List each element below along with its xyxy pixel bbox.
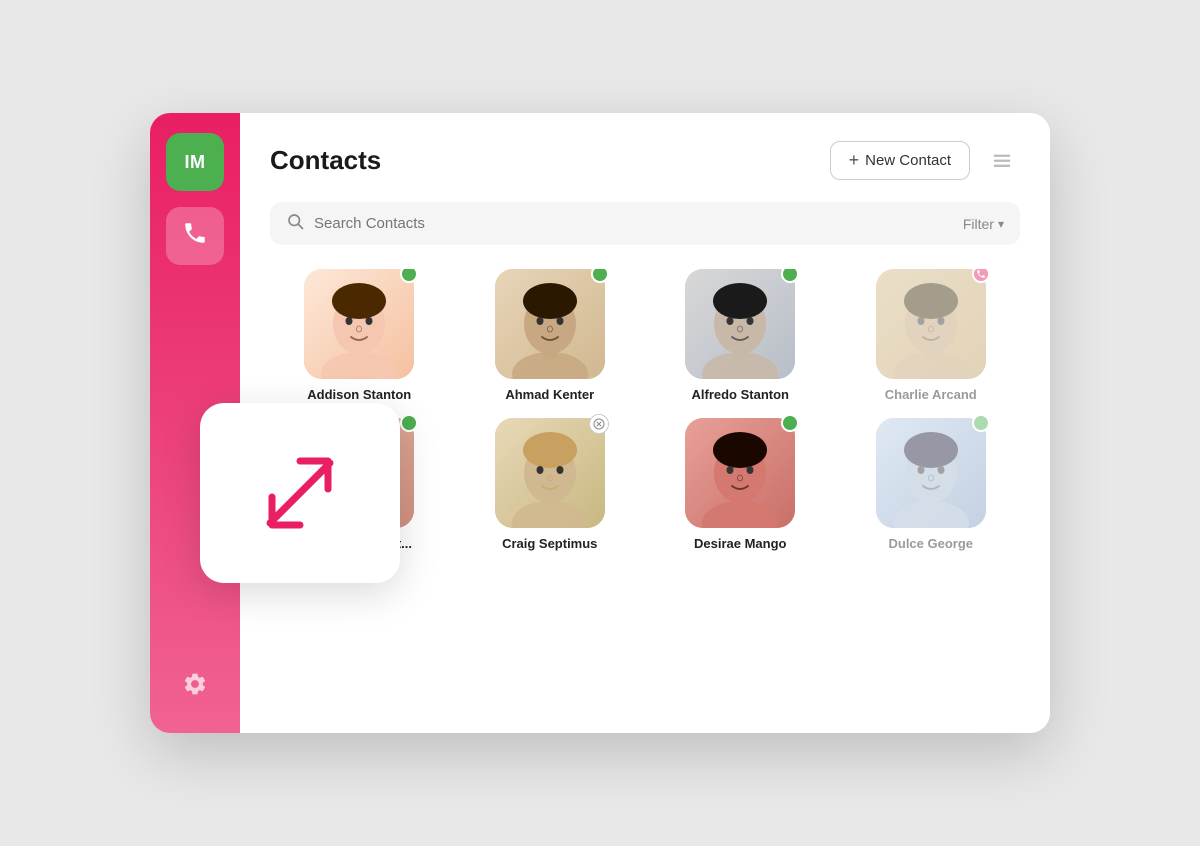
contact-name-charlie: Charlie Arcand <box>885 387 977 402</box>
contact-card-desirae[interactable]: Desirae Mango <box>651 418 830 551</box>
contact-card-charlie[interactable]: Charlie Arcand <box>842 269 1021 402</box>
avatar-wrap-craig <box>495 418 605 528</box>
filter-button[interactable]: Filter ▾ <box>963 216 1004 232</box>
app-window: IM <box>150 113 1050 733</box>
contact-card-ahmad[interactable]: Ahmad Kenter <box>461 269 640 402</box>
avatar-madison <box>304 269 414 379</box>
phone-icon <box>182 220 208 252</box>
contact-name-madison: Addison Stanton <box>307 387 411 402</box>
avatar-wrap-dulce <box>876 418 986 528</box>
sidebar-phone-button[interactable] <box>166 207 224 265</box>
chevron-down-icon: ▾ <box>998 217 1004 231</box>
list-view-button[interactable] <box>984 143 1020 179</box>
avatar-craig <box>495 418 605 528</box>
avatar-wrap-charlie <box>876 269 986 379</box>
status-dot-cheyenne <box>400 414 418 432</box>
status-dot-craig <box>589 414 609 434</box>
status-dot-madison <box>400 269 418 283</box>
contact-card-dulce[interactable]: Dulce George <box>842 418 1021 551</box>
expand-arrows <box>240 433 360 553</box>
search-bar: Filter ▾ <box>270 202 1020 245</box>
plus-icon: + <box>849 150 860 171</box>
contact-name-alfredo: Alfredo Stanton <box>692 387 790 402</box>
header: Contacts + New Contact <box>270 141 1020 180</box>
status-dot-ahmad <box>591 269 609 283</box>
filter-label: Filter <box>963 216 994 232</box>
status-dot-alfredo <box>781 269 799 283</box>
new-contact-label: New Contact <box>865 152 951 169</box>
avatar-wrap-desirae <box>685 418 795 528</box>
im-label: IM <box>185 152 206 173</box>
status-dot-dulce <box>972 414 990 432</box>
search-icon <box>286 212 304 235</box>
avatar-desirae <box>685 418 795 528</box>
search-input[interactable] <box>314 215 953 232</box>
contact-name-desirae: Desirae Mango <box>694 536 786 551</box>
status-dot-desirae <box>781 414 799 432</box>
avatar-ahmad <box>495 269 605 379</box>
avatar-dulce <box>876 418 986 528</box>
sidebar-im-button[interactable]: IM <box>166 133 224 191</box>
avatar-alfredo <box>685 269 795 379</box>
page-title: Contacts <box>270 145 830 176</box>
settings-button[interactable] <box>166 655 224 713</box>
avatar-charlie <box>876 269 986 379</box>
avatar-wrap-alfredo <box>685 269 795 379</box>
contact-name-craig: Craig Septimus <box>502 536 597 551</box>
contact-card-madison[interactable]: Addison Stanton <box>270 269 449 402</box>
contact-card-alfredo[interactable]: Alfredo Stanton <box>651 269 830 402</box>
new-contact-button[interactable]: + New Contact <box>830 141 970 180</box>
contact-name-ahmad: Ahmad Kenter <box>505 387 594 402</box>
contact-name-dulce: Dulce George <box>888 536 973 551</box>
avatar-wrap-madison <box>304 269 414 379</box>
status-dot-charlie <box>972 269 990 283</box>
avatar-wrap-ahmad <box>495 269 605 379</box>
contact-card-craig[interactable]: Craig Septimus <box>461 418 640 551</box>
expand-widget[interactable] <box>200 403 400 583</box>
